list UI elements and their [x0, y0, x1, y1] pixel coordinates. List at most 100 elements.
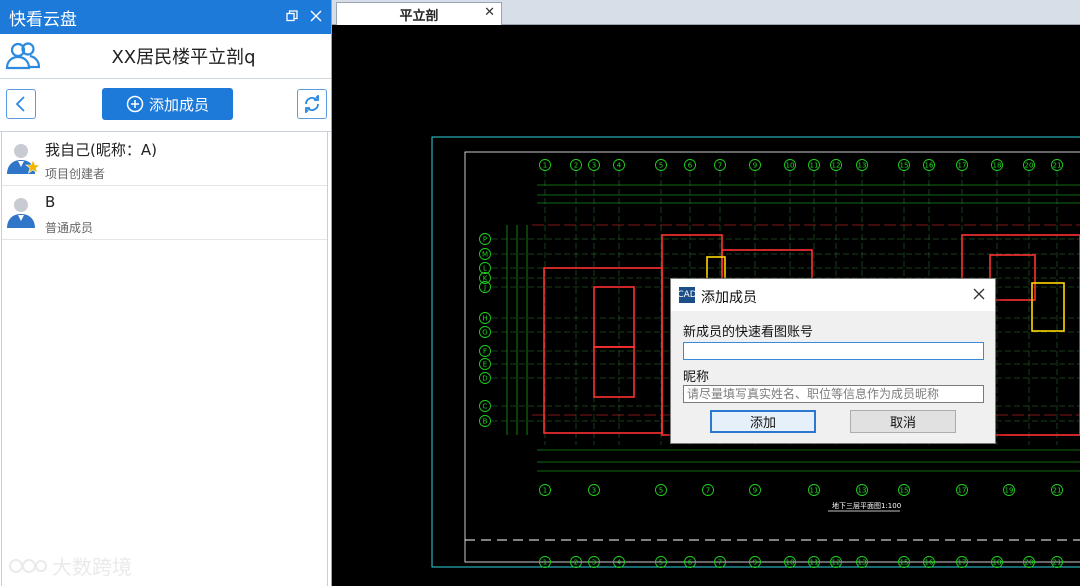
axis-bubble-left: D [479, 372, 491, 384]
svg-text:D: D [482, 375, 487, 383]
svg-text:4: 4 [617, 559, 622, 567]
app-logo-icon: CAD [677, 287, 697, 303]
dialog-titlebar: CAD 添加成员 [671, 279, 995, 311]
svg-text:4: 4 [617, 162, 622, 170]
axis-bubble-left: L [479, 262, 491, 274]
watermark-text: 大数跨境 [52, 555, 132, 579]
svg-text:1: 1 [543, 162, 547, 170]
back-button[interactable] [6, 89, 36, 119]
axis-bubble-bottom-repeat: 13 [856, 556, 868, 568]
svg-text:3: 3 [592, 162, 596, 170]
axis-bubble-left: B [479, 415, 491, 427]
svg-text:21: 21 [1053, 162, 1062, 170]
axis-bubble-top: 7 [714, 159, 726, 171]
axis-bubble-top: 9 [749, 159, 761, 171]
restore-icon[interactable] [283, 6, 301, 26]
svg-text:6: 6 [688, 162, 693, 170]
svg-text:10: 10 [786, 559, 795, 567]
axis-bubble-bottom: 11 [808, 484, 820, 496]
svg-text:17: 17 [958, 487, 967, 495]
account-label: 新成员的快速看图账号 [683, 325, 814, 340]
svg-text:18: 18 [993, 162, 1002, 170]
axis-bubble-bottom-repeat: 16 [923, 556, 935, 568]
svg-text:M: M [482, 251, 488, 259]
axis-bubble-left: C [479, 400, 491, 412]
svg-text:19: 19 [1005, 487, 1014, 495]
axis-bubble-left: E [479, 358, 491, 370]
sync-button[interactable] [297, 89, 327, 119]
watermark-logo-icon [9, 558, 47, 573]
axis-bubble-bottom-repeat: 17 [956, 556, 968, 568]
plus-circle-icon [126, 95, 144, 113]
axis-bubble-bottom-repeat: 10 [784, 556, 796, 568]
svg-text:B: B [483, 418, 488, 426]
svg-text:12: 12 [832, 559, 841, 567]
axis-bubble-bottom: 15 [898, 484, 910, 496]
svg-text:7: 7 [718, 162, 722, 170]
axis-bubble-bottom-repeat: 18 [991, 556, 1003, 568]
axis-bubble-bottom: 17 [956, 484, 968, 496]
axis-bubble-top: 4 [613, 159, 625, 171]
svg-text:13: 13 [858, 162, 867, 170]
svg-text:20: 20 [1025, 162, 1034, 170]
add-button[interactable]: 添加 [710, 410, 816, 433]
app-title: 快看云盘 [9, 9, 77, 30]
add-member-dialog: CAD 添加成员 新成员的快速看图账号 昵称 添加 取消 [670, 278, 996, 444]
axis-bubble-bottom: 19 [1003, 484, 1015, 496]
member-role: 项目创建者 [45, 167, 106, 181]
svg-text:3: 3 [592, 487, 596, 495]
sync-icon [305, 95, 319, 113]
axis-bubble-bottom: 13 [856, 484, 868, 496]
svg-text:6: 6 [688, 559, 693, 567]
svg-text:1: 1 [543, 487, 547, 495]
close-icon[interactable] [307, 6, 325, 26]
svg-text:13: 13 [858, 487, 867, 495]
close-icon[interactable] [973, 284, 985, 305]
list-item[interactable]: 我自己(昵称：A) 项目创建者 [2, 132, 327, 186]
svg-text:9: 9 [753, 162, 757, 170]
axis-bubble-bottom-repeat: 12 [830, 556, 842, 568]
svg-text:C: C [483, 403, 488, 411]
svg-text:15: 15 [900, 559, 909, 567]
axis-bubble-top: 12 [830, 159, 842, 171]
svg-text:1: 1 [543, 559, 547, 567]
member-name: B [45, 193, 56, 211]
add-member-button[interactable]: 添加成员 [102, 88, 233, 120]
svg-text:P: P [483, 236, 487, 244]
svg-text:7: 7 [706, 487, 710, 495]
svg-text:13: 13 [858, 559, 867, 567]
add-member-label: 添加成员 [148, 95, 209, 114]
svg-text:10: 10 [786, 162, 795, 170]
svg-text:9: 9 [753, 487, 757, 495]
svg-text:11: 11 [810, 487, 819, 495]
tab-drawing[interactable]: 平立剖 ✕ [336, 2, 502, 25]
user-icon [6, 194, 40, 234]
svg-text:7: 7 [718, 559, 722, 567]
axis-bubble-top: 20 [1023, 159, 1035, 171]
list-item[interactable]: B 普通成员 [2, 186, 327, 240]
cancel-button[interactable]: 取消 [850, 410, 956, 433]
axis-bubble-left: M [479, 248, 491, 260]
account-input[interactable] [683, 342, 984, 360]
svg-text:15: 15 [900, 162, 909, 170]
axis-bubble-bottom-repeat: 15 [898, 556, 910, 568]
svg-text:L: L [483, 265, 487, 273]
axis-bubble-top: 17 [956, 159, 968, 171]
panel-titlebar: 快看云盘 [0, 0, 331, 34]
project-name: XX居民楼平立剖q [111, 47, 256, 68]
svg-text:F: F [483, 348, 487, 356]
svg-text:G: G [482, 329, 487, 337]
axis-bubble-top: 5 [655, 159, 667, 171]
svg-text:11: 11 [810, 559, 819, 567]
svg-text:11: 11 [810, 162, 819, 170]
project-members-icon [5, 40, 41, 76]
axis-bubble-bottom: 1 [539, 484, 551, 496]
close-tab-icon[interactable]: ✕ [484, 5, 495, 20]
axis-bubble-top: 6 [684, 159, 696, 171]
chevron-left-icon [15, 96, 25, 112]
svg-text:5: 5 [659, 162, 663, 170]
axis-bubble-top: 15 [898, 159, 910, 171]
axis-bubble-top: 16 [923, 159, 935, 171]
axis-bubble-top: 1 [539, 159, 551, 171]
nickname-input[interactable] [683, 385, 984, 403]
